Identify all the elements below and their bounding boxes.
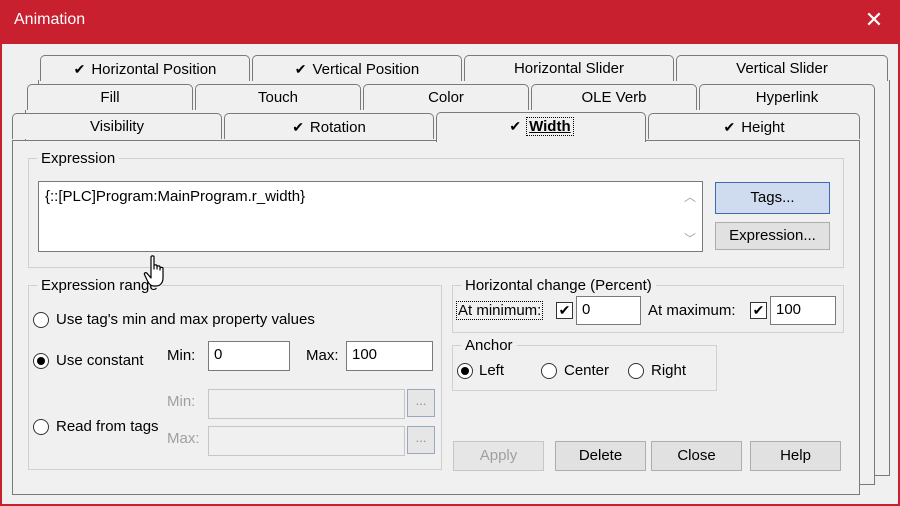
- tab-label: OLE Verb: [581, 89, 647, 106]
- read-min-label: Min:: [167, 393, 196, 410]
- check-icon: ✔: [723, 119, 736, 135]
- anchor-left-label[interactable]: Left: [479, 362, 504, 379]
- tags-button[interactable]: Tags...: [715, 182, 830, 214]
- at-minimum-checkbox[interactable]: ✔: [556, 302, 573, 319]
- tab-horizontal-slider[interactable]: Horizontal Slider: [464, 55, 674, 81]
- tab-vertical-position[interactable]: ✔ Vertical Position: [252, 55, 462, 81]
- tab-ole-verb[interactable]: OLE Verb: [531, 84, 697, 110]
- min-input[interactable]: 0: [208, 341, 290, 371]
- read-from-tags-radio[interactable]: [33, 419, 49, 435]
- tab-color[interactable]: Color: [363, 84, 529, 110]
- read-min-input: [208, 389, 405, 419]
- tab-label: Hyperlink: [755, 89, 819, 106]
- tab-label: Height: [741, 119, 785, 136]
- tab-label: Horizontal Position: [91, 61, 217, 78]
- hand-cursor-icon: [143, 255, 164, 287]
- read-from-tags-label[interactable]: Read from tags: [56, 418, 159, 435]
- tab-label: Width: [526, 117, 574, 136]
- apply-button[interactable]: Apply: [453, 441, 544, 471]
- tab-hyperlink[interactable]: Hyperlink: [699, 84, 875, 110]
- expression-button[interactable]: Expression...: [715, 222, 830, 250]
- min-label: Min:: [167, 347, 196, 364]
- anchor-legend: Anchor: [461, 337, 517, 354]
- window-title: Animation: [14, 11, 86, 28]
- check-icon: ✔: [294, 61, 307, 77]
- at-maximum-input[interactable]: 100: [770, 296, 836, 325]
- use-tag-range-label[interactable]: Use tag's min and max property values: [56, 311, 315, 328]
- delete-button[interactable]: Delete: [555, 441, 646, 471]
- tab-width[interactable]: ✔ Width: [436, 112, 646, 142]
- read-min-browse-button: ...: [407, 389, 435, 417]
- read-max-input: [208, 426, 405, 456]
- tab-horizontal-position[interactable]: ✔ Horizontal Position: [40, 55, 250, 81]
- tab-label: Visibility: [90, 118, 144, 135]
- anchor-left-radio[interactable]: [457, 363, 473, 379]
- check-icon: ✔: [292, 119, 304, 135]
- check-icon: ✔: [73, 61, 86, 77]
- read-max-browse-button: ...: [407, 426, 435, 454]
- at-minimum-label[interactable]: At minimum:: [455, 301, 544, 320]
- close-icon[interactable]: ✕: [862, 8, 886, 32]
- anchor-right-label[interactable]: Right: [651, 362, 686, 379]
- tab-label: Color: [428, 89, 464, 106]
- expression-input[interactable]: {::[PLC]Program:MainProgram.r_width} ︿ ﹀: [38, 181, 703, 252]
- tab-label: Fill: [100, 89, 120, 106]
- at-maximum-checkbox[interactable]: ✔: [750, 302, 767, 319]
- tab-label: Horizontal Slider: [513, 60, 625, 77]
- use-constant-radio[interactable]: [33, 353, 49, 369]
- close-button[interactable]: Close: [651, 441, 742, 471]
- check-icon: ✔: [509, 118, 522, 134]
- use-constant-label[interactable]: Use constant: [56, 352, 144, 369]
- scroll-up-icon[interactable]: ︿: [684, 188, 696, 205]
- anchor-right-radio[interactable]: [628, 363, 644, 379]
- tab-visibility[interactable]: Visibility: [12, 113, 222, 139]
- tab-height[interactable]: ✔ Height: [648, 113, 860, 139]
- expression-legend: Expression: [37, 150, 120, 167]
- title-bar: Animation ✕: [0, 0, 900, 44]
- tab-label: Touch: [257, 89, 299, 106]
- help-button[interactable]: Help: [750, 441, 841, 471]
- at-minimum-input[interactable]: 0: [576, 296, 641, 325]
- tab-vertical-slider[interactable]: Vertical Slider: [676, 55, 888, 81]
- use-tag-range-radio[interactable]: [33, 312, 49, 328]
- horizontal-change-legend: Horizontal change (Percent): [461, 277, 656, 294]
- animation-dialog: Animation ✕ ✔ Horizontal Position ✔ Vertic…: [0, 0, 900, 506]
- anchor-center-label[interactable]: Center: [564, 362, 609, 379]
- read-max-label: Max:: [167, 430, 200, 447]
- at-maximum-label: At maximum:: [648, 302, 736, 319]
- tab-label: Vertical Position: [312, 61, 420, 78]
- tab-label: Vertical Slider: [736, 60, 828, 77]
- tab-fill[interactable]: Fill: [27, 84, 193, 110]
- max-label: Max:: [306, 347, 339, 364]
- tab-touch[interactable]: Touch: [195, 84, 361, 110]
- scroll-down-icon[interactable]: ﹀: [684, 230, 696, 247]
- expression-value: {::[PLC]Program:MainProgram.r_width}: [45, 188, 306, 205]
- tab-label: Rotation: [309, 119, 366, 136]
- anchor-center-radio[interactable]: [541, 363, 557, 379]
- tab-rotation[interactable]: ✔ Rotation: [224, 113, 434, 139]
- max-input[interactable]: 100: [346, 341, 433, 371]
